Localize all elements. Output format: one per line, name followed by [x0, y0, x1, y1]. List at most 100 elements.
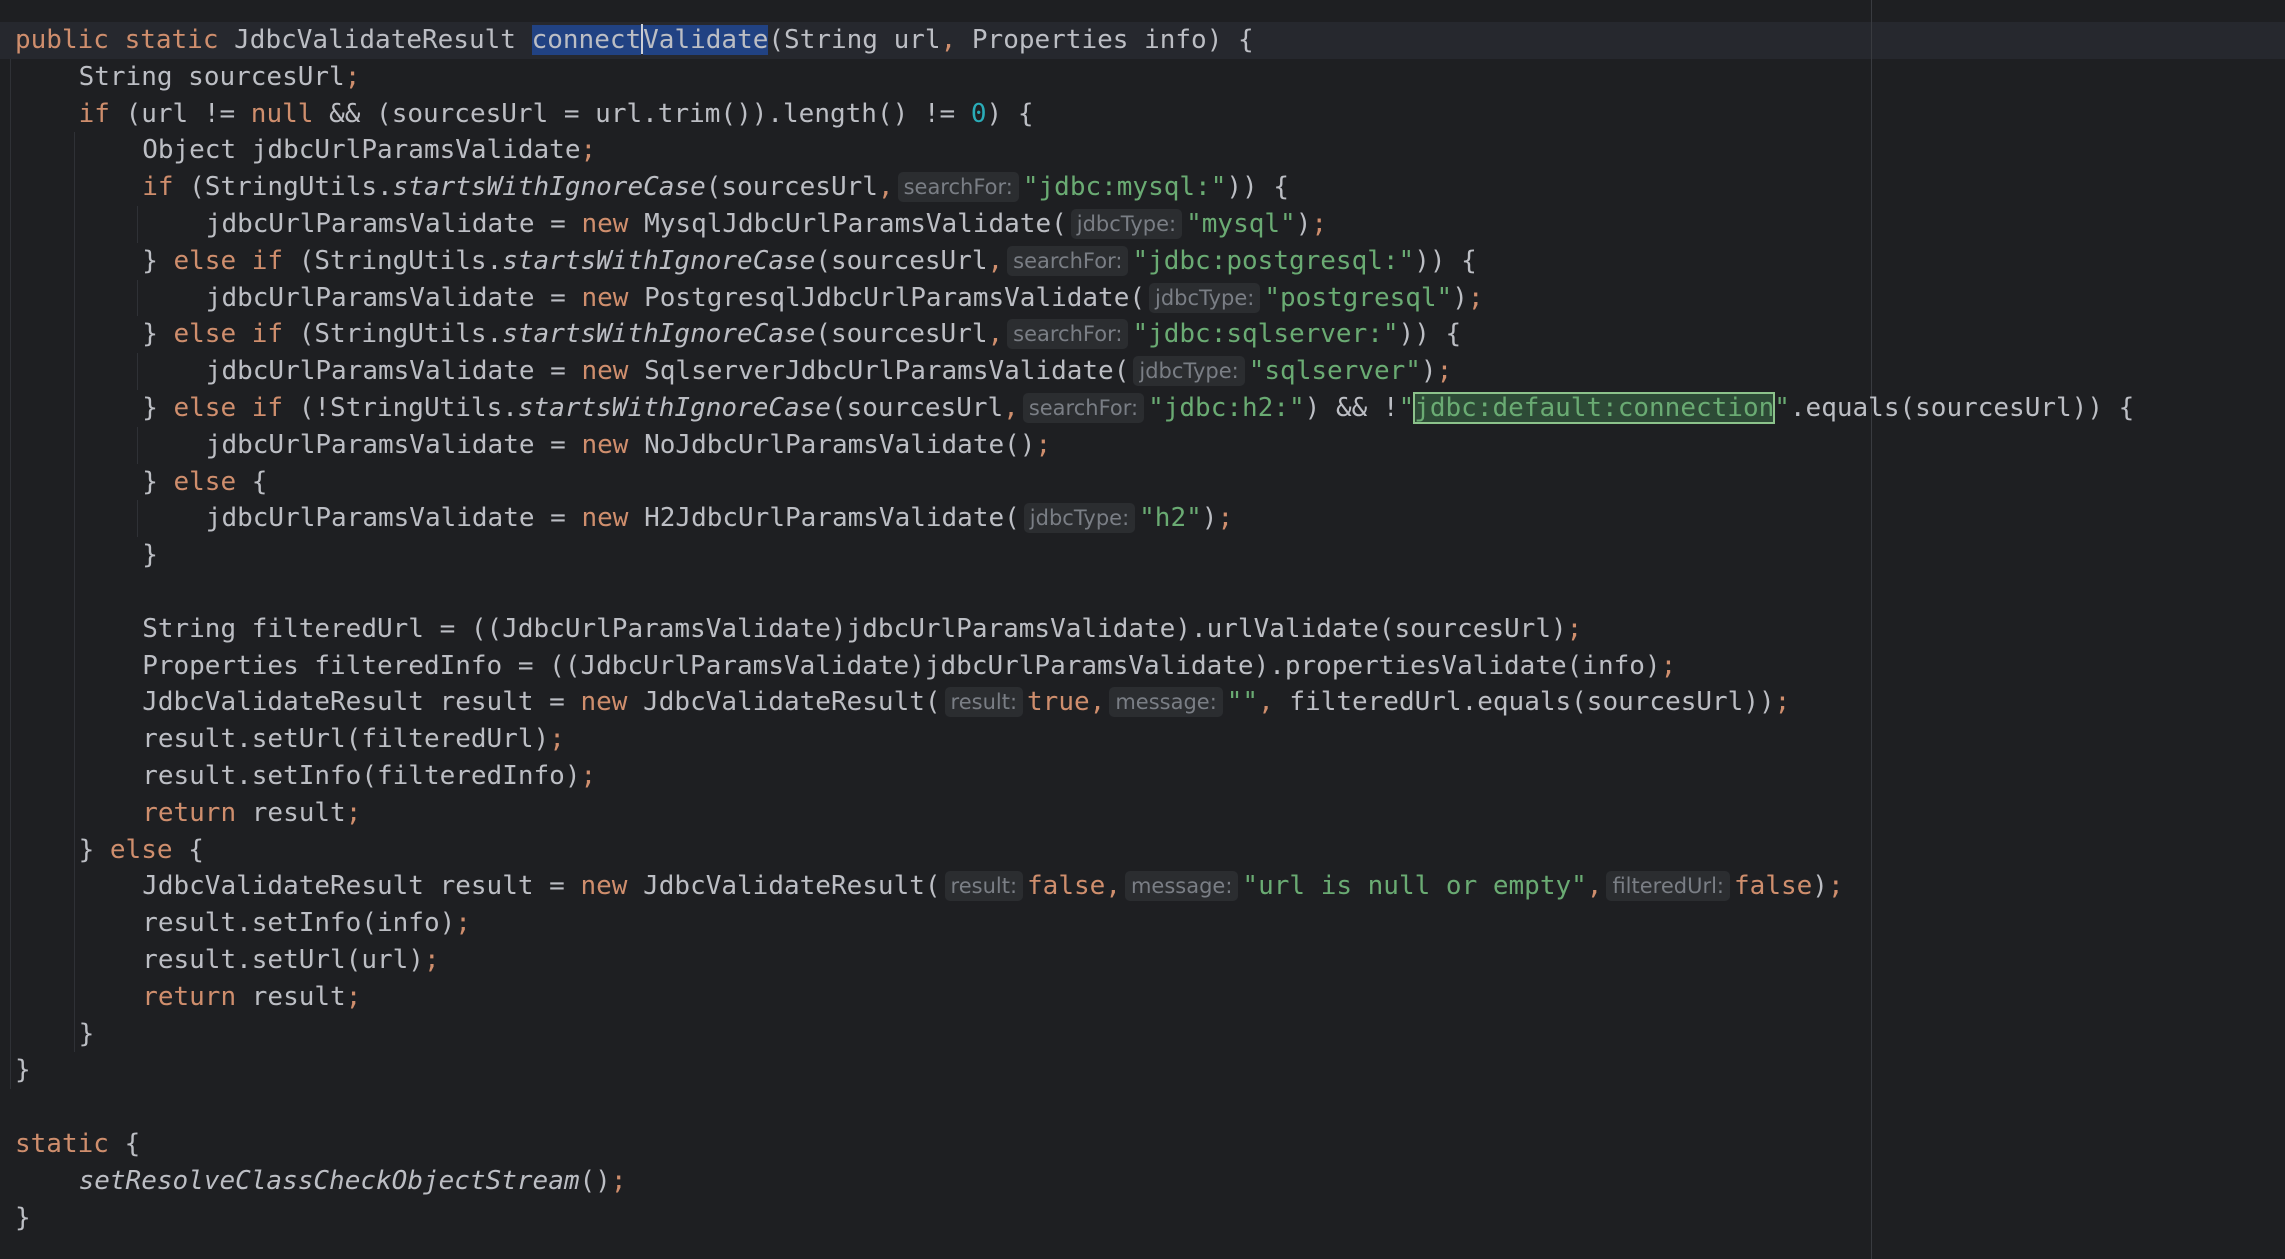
code-line[interactable]: result.setUrl(filteredUrl);	[142, 721, 565, 758]
method-name-highlight: Validate	[643, 25, 769, 55]
code-token: jdbcUrlParamsValidate =	[205, 356, 582, 387]
code-line[interactable]: } else {	[142, 464, 267, 501]
static-method: setResolveClassCheckObjectStream	[78, 1165, 580, 1196]
code-token: )) {	[1226, 172, 1289, 203]
code-line[interactable]: }	[142, 537, 158, 574]
punctuation: ,	[1105, 871, 1121, 902]
code-line[interactable]: result.setInfo(info);	[142, 905, 471, 942]
code-token: )	[1812, 871, 1828, 902]
code-token: result.setInfo(info)	[142, 908, 456, 939]
code-token: ) {	[986, 98, 1034, 129]
code-line[interactable]: JdbcValidateResult result = new JdbcVali…	[142, 684, 1790, 721]
static-method: startsWithIgnoreCase	[392, 172, 706, 203]
code-line[interactable]: }	[79, 1016, 95, 1053]
code-line[interactable]: } else if (StringUtils.startsWithIgnoreC…	[142, 243, 1477, 280]
code-token: result.setUrl(url)	[142, 945, 424, 975]
parameter-hint: searchFor:	[1007, 245, 1129, 276]
code-token: )) {	[1398, 319, 1462, 350]
keyword: return	[142, 797, 252, 828]
punctuation: ;	[344, 61, 361, 92]
code-line[interactable]: if (url != null && (sourcesUrl = url.tri…	[79, 96, 1034, 133]
string-literal: "jdbc:sqlserver:"	[1132, 319, 1399, 350]
code-line[interactable]: result.setUrl(url);	[142, 942, 439, 979]
code-line[interactable]: jdbcUrlParamsValidate = new MysqlJdbcUrl…	[206, 206, 1327, 243]
code-line[interactable]: Properties filteredInfo = ((JdbcUrlParam…	[142, 648, 1676, 685]
code-token: result.setUrl(filteredUrl)	[142, 724, 550, 755]
code-line-current[interactable]: public static JdbcValidateResult connect…	[15, 22, 1254, 59]
code-line[interactable]: }	[15, 1200, 31, 1237]
code-editor[interactable]: public static JdbcValidateResult connect…	[0, 0, 2285, 1259]
indent-guide-line	[137, 279, 139, 317]
code-line[interactable]: return result;	[142, 979, 361, 1016]
string-literal: "	[1398, 393, 1415, 423]
static-method: startsWithIgnoreCase	[517, 393, 831, 423]
code-line[interactable]: jdbcUrlParamsValidate = new NoJdbcUrlPar…	[206, 427, 1051, 464]
code-token: jdbcUrlParamsValidate =	[205, 282, 582, 313]
punctuation: ,	[987, 319, 1004, 350]
parameter-hint: searchFor:	[1022, 393, 1145, 423]
code-token: (url !=	[125, 98, 251, 129]
code-token: jdbcUrlParamsValidate =	[205, 209, 582, 239]
string-literal: "postgresql"	[1264, 282, 1453, 313]
string-literal: "jdbc:h2:"	[1148, 393, 1305, 423]
code-token: JdbcValidateResult(	[643, 871, 941, 902]
code-token: }	[142, 540, 158, 571]
keyword: new	[581, 282, 645, 313]
keyword: new	[581, 209, 645, 239]
punctuation: ;	[1311, 209, 1327, 239]
code-line[interactable]: } else {	[79, 832, 204, 869]
code-token: String sourcesUrl	[78, 61, 345, 92]
code-line[interactable]: if (StringUtils.startsWithIgnoreCase(sou…	[142, 169, 1289, 206]
code-line[interactable]: result.setInfo(filteredInfo);	[142, 758, 596, 795]
keyword: else if	[173, 245, 299, 276]
keyword: static	[15, 1129, 125, 1159]
punctuation: ,	[877, 172, 894, 203]
code-line[interactable]: }	[15, 1052, 31, 1089]
string-literal: "sqlserver"	[1248, 356, 1421, 387]
code-token: PostgresqlJdbcUrlParamsValidate(	[644, 282, 1146, 313]
code-token: )) {	[1414, 245, 1477, 276]
parameter-hint: jdbcType:	[1133, 356, 1245, 387]
parameter-hint: result:	[944, 687, 1024, 718]
keyword: new	[580, 871, 644, 902]
code-line[interactable]: return result;	[142, 795, 361, 832]
keyword: else if	[173, 319, 299, 350]
code-token: H2JdbcUrlParamsValidate(	[644, 503, 1020, 534]
code-line[interactable]: setResolveClassCheckObjectStream();	[79, 1163, 627, 1200]
keyword: if	[78, 98, 126, 129]
keyword: if	[142, 172, 190, 203]
string-literal: "jdbc:postgresql:"	[1132, 245, 1415, 276]
punctuation: ;	[1774, 687, 1791, 718]
code-line[interactable]: JdbcValidateResult result = new JdbcVali…	[142, 868, 1844, 905]
indent-guide-line	[73, 132, 75, 1053]
code-line[interactable]: String sourcesUrl;	[79, 59, 361, 96]
code-line[interactable]: } else if (StringUtils.startsWithIgnoreC…	[142, 316, 1461, 353]
code-line[interactable]: } else if (!StringUtils.startsWithIgnore…	[142, 390, 2134, 427]
code-token: {	[124, 1129, 141, 1159]
code-token: Properties filteredInfo = ((JdbcUrlParam…	[142, 650, 1661, 681]
code-line[interactable]: Object jdbcUrlParamsValidate;	[142, 132, 596, 169]
code-token: (StringUtils.	[298, 319, 503, 350]
punctuation: ;	[1035, 429, 1052, 460]
code-token: }	[78, 834, 110, 865]
code-token: }	[15, 1202, 31, 1233]
indent-guide-line	[10, 58, 11, 1090]
code-line[interactable]: jdbcUrlParamsValidate = new SqlserverJdb…	[206, 353, 1452, 390]
parameter-hint: message:	[1109, 687, 1223, 718]
code-token: }	[142, 245, 174, 276]
code-line[interactable]: String filteredUrl = ((JdbcUrlParamsVali…	[142, 611, 1582, 648]
punctuation: ;	[345, 797, 362, 828]
code-token: }	[142, 393, 174, 423]
punctuation: ;	[549, 724, 565, 755]
keyword: new	[581, 503, 645, 534]
code-token: (String url	[768, 25, 941, 55]
code-line[interactable]: jdbcUrlParamsValidate = new H2JdbcUrlPar…	[206, 500, 1233, 537]
keyword: new	[580, 687, 644, 718]
code-token: JdbcValidateResult result =	[142, 687, 581, 718]
code-token: jdbcUrlParamsValidate =	[205, 429, 582, 460]
punctuation: ,	[940, 25, 972, 55]
code-line[interactable]: static {	[15, 1126, 140, 1163]
code-line[interactable]: jdbcUrlParamsValidate = new PostgresqlJd…	[206, 280, 1484, 317]
code-token: ) && !	[1304, 393, 1399, 423]
string-literal: ""	[1226, 687, 1259, 718]
